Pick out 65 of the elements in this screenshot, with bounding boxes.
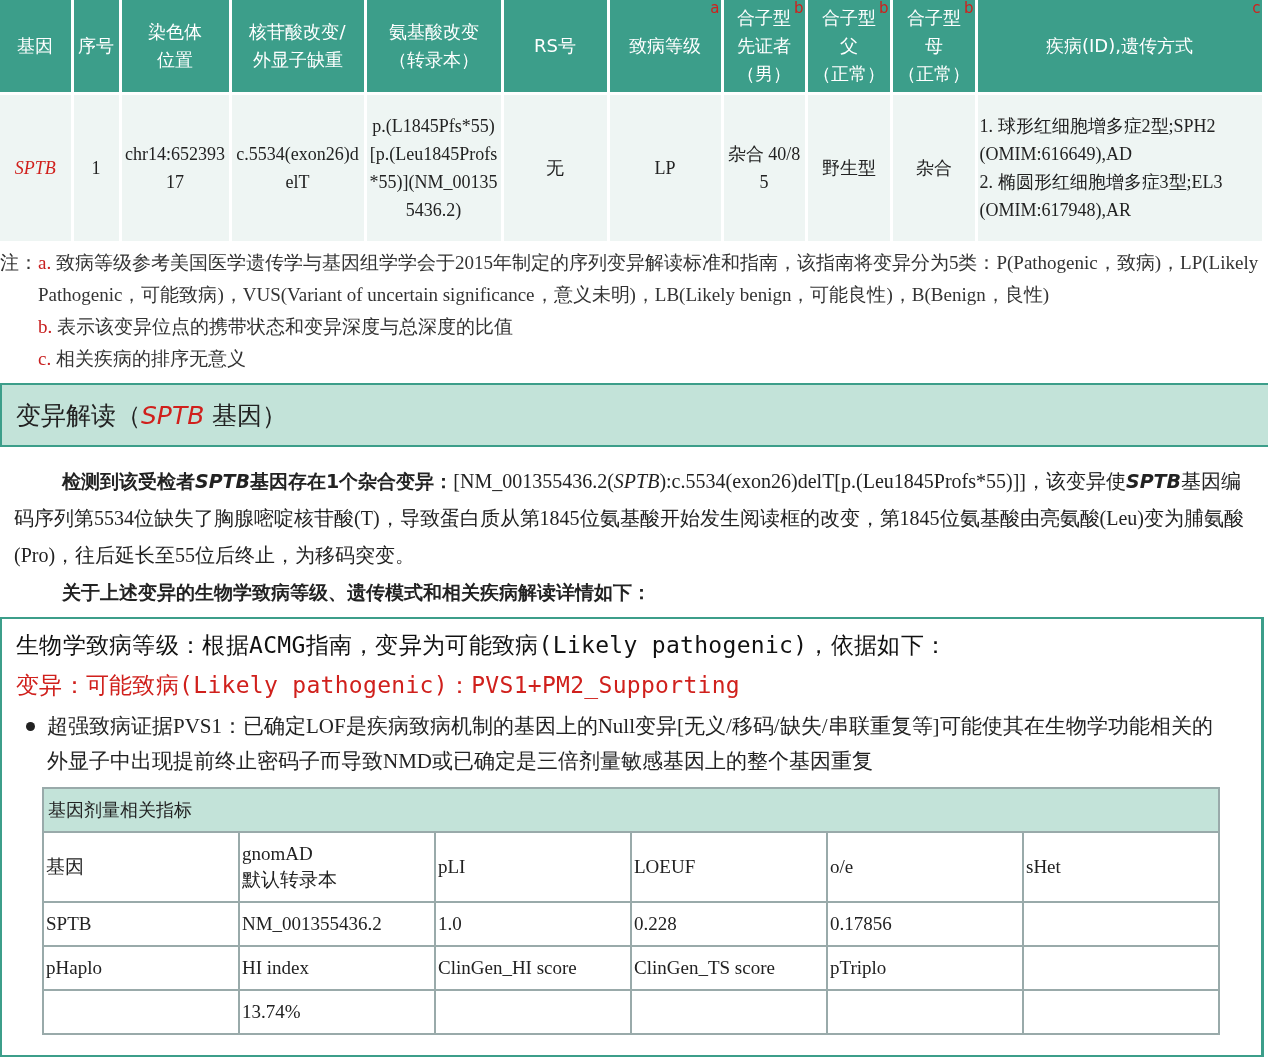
section-title: 变异解读（SPTB 基因） [16,399,288,432]
table-cell: pLI [435,832,631,902]
column-header: 外显子缺重 [252,46,343,74]
table-cell: o/e [827,832,1023,902]
column-header: 序号 [78,32,114,60]
paragraph: 检测到该受检者SPTB基因存在1个杂合变异：[NM_001355436.2(SPTB):c.5534(exon26)delT[p.(Leu1845Profs*55)]]，该变异使SPTB基因编码序列第5534位缺失了胸腺嘧啶核苷酸(T)，导致蛋白质从第1845位氨基酸开始发生阅读框的改变，第1845位氨基酸由亮氨酸(Leu)变为脯氨酸(Pro)，往后延长至55位后终止，为移码突变。 [13,469,1245,569]
column-header: 致病等级 [629,32,701,60]
table-title: 基因剂量相关指标 [43,788,1219,832]
column-header: （男） [737,60,791,88]
table-cell: SPTB [43,902,239,946]
table-cell: 0.17856 [827,902,1023,946]
table-cell: 1. 球形红细胞增多症2型;SPH2 (OMIM:616649),AD 2. 椭圆形红细胞增多症3型;EL3 (OMIM:617948),AR [976,93,1263,241]
column-header: 母 [924,32,943,60]
paragraph: 关于上述变异的生物学致病等级、遗传模式和相关疾病解读详情如下： [61,580,652,605]
table-cell: pTriplo [827,946,1023,990]
column-header: 染色体 [148,18,202,46]
table-cell: sHet [1023,832,1219,902]
column-header: 位置 [157,46,193,74]
table-cell: 1.0 [435,902,631,946]
table-cell: 基因 [43,832,239,902]
table-cell: gnomAD 默认转录本 [239,832,435,902]
column-header: 核苷酸改变/ [249,18,346,46]
note-mark: b [878,0,889,16]
column-header: 合子型 [821,4,876,32]
column-header: 基因 [17,32,54,60]
column-header: （正常） [897,60,970,88]
column-header: 合子型 [737,4,791,32]
table-cell: 杂合 [891,93,976,241]
footnote: c. 相关疾病的排序无意义 [38,347,247,371]
table-cell: LP [608,93,722,241]
table-cell: 无 [502,93,608,241]
note-mark: c [1252,0,1261,16]
table-cell: 野生型 [806,93,891,241]
table-cell: ClinGen_HI score [435,946,631,990]
table-cell: 0.228 [631,902,827,946]
note-mark: b [793,0,804,16]
column-header: 氨基酸改变 [388,18,479,46]
column-header: 合子型 [906,4,961,32]
note-mark: b [963,0,974,16]
table-cell: c.5534(exon26)delT [230,93,365,241]
note-label: 注： [0,251,38,275]
column-header: 先证者 [737,32,791,60]
evidence-text: 超强致病证据PVS1：已确定LOF是疾病致病机制的基因上的Null变异[无义/移码/缺失/串联重复等]可能使其在生物学功能相关的外显子中出现提前终止密码子而导致NMD或已确定是三倍剂量敏感基因上的整个基因重复 [47,713,1214,775]
gene-cell: SPTB [0,93,72,241]
column-header: 父 [839,32,858,60]
column-header: 疾病(ID),遗传方式 [1046,32,1193,60]
table-cell: LOEUF [631,832,827,902]
evidence-heading: 生物学致病等级：根据ACMG指南，变异为可能致病(Likely pathogenic)，依据如下： [16,631,949,660]
table-cell: 杂合 40/85 [722,93,806,241]
table-cell: 13.74% [239,990,435,1034]
table-cell: 1 [72,93,120,241]
footnote: a. 致病等级参考美国医学遗传学与基因组学学会于2015年制定的序列变异解读标准和指南，该指南将变异分为5类：P(Pathogenic，致病)，LP(Likely Pathogenic，可能致病)，VUS(Variant of uncertain significance，意义未明)，LB(Likely benign，可能良性)，B(Benign，良性) [38,251,1260,307]
footnote: b. 表示该变异位点的携带状态和变异深度与总深度的比值 [38,315,514,339]
table-cell: pHaplo [43,946,239,990]
column-header: RS号 [534,32,576,60]
column-header: （转录本） [388,46,479,74]
table-cell: p.(L1845Pfs*55)[p.(Leu1845Profs*55)](NM_001355436.2) [365,93,502,241]
bullet-icon [26,722,35,731]
table-cell: ClinGen_TS score [631,946,827,990]
table-cell: chr14:65239317 [120,93,230,241]
column-header: （正常） [812,60,885,88]
classification-text: 变异：可能致病(Likely pathogenic)：PVS1+PM2_Supporting [16,671,741,701]
note-mark: a [710,0,720,16]
table-cell: NM_001355436.2 [239,902,435,946]
table-cell: HI index [239,946,435,990]
